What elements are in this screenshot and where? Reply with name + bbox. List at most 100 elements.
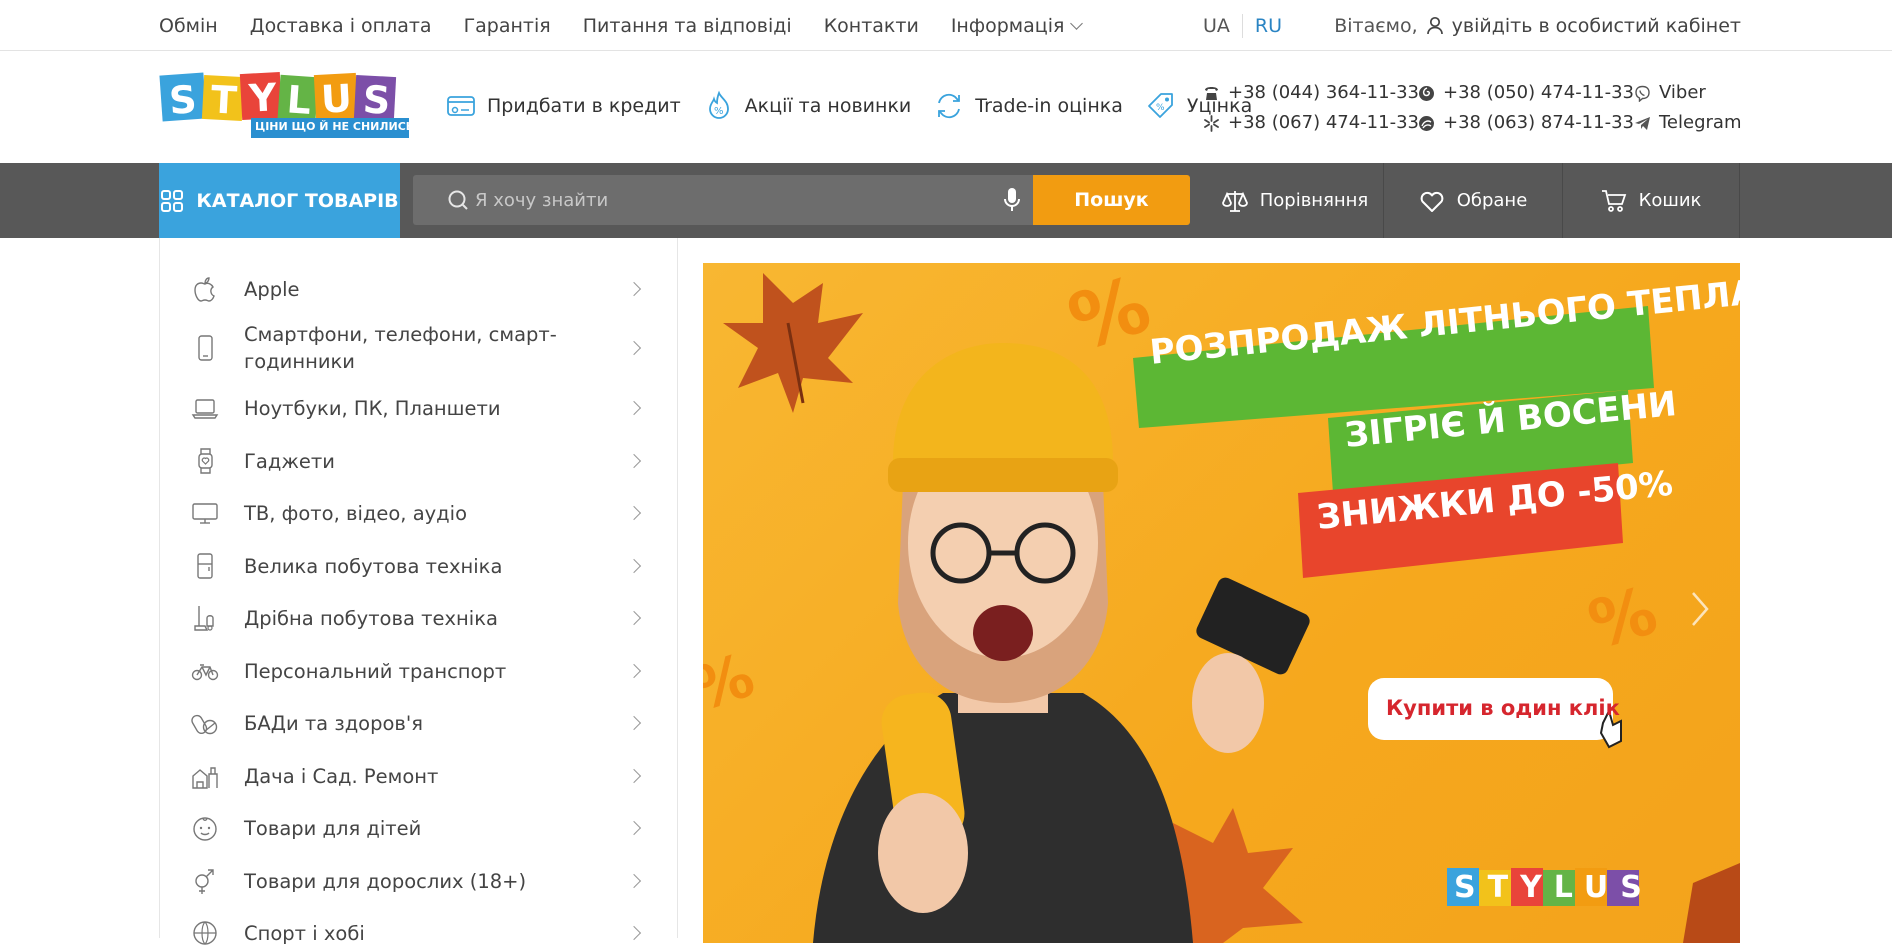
chevron-right-icon [626,610,642,626]
ball-icon [190,918,220,948]
category-item-adults[interactable]: Товари для дорослих (18+) [190,866,647,896]
search-button[interactable]: Пошук [1033,175,1190,225]
category-label: Товари для дорослих (18+) [244,869,527,893]
chevron-right-icon [626,663,642,679]
nav-link-contacts[interactable]: Контакти [824,15,919,37]
catalog-button[interactable]: КАТАЛОГ ТОВАРІВ [159,163,400,238]
nav-dropdown-info-label: Інформація [950,14,1065,37]
lang-ua[interactable]: UA [1203,15,1230,37]
telegram-icon [1635,116,1650,130]
nav-link-delivery[interactable]: Доставка і оплата [250,15,432,37]
chevron-right-icon [626,820,642,836]
lifecell-icon [1419,115,1434,131]
login-link[interactable]: увійдіть в особистий кабінет [1452,15,1741,37]
cart-label: Кошик [1638,190,1702,211]
phones-col-1: +38 (044) 364-11-33 +38 (067) 474-11-33 [1203,78,1419,138]
search-input[interactable] [475,189,975,211]
top-nav: Обмін Доставка і оплата Гарантія Питання… [159,0,1084,51]
catalog-button-label: КАТАЛОГ ТОВАРІВ [196,189,399,212]
price-tag-icon: % [1147,93,1173,118]
category-label: Гаджети [244,449,335,473]
top-bar: Обмін Доставка і оплата Гарантія Питання… [0,0,1892,51]
category-label: Ноутбуки, ПК, Планшети [244,396,501,420]
fire-percent-icon: % [708,90,729,119]
phones-col-2: +38 (050) 474-11-33 +38 (063) 874-11-33 [1418,78,1634,138]
svg-text:U: U [320,76,353,122]
maple-leaf-icon [1683,863,1740,943]
svg-text:T: T [210,77,238,122]
category-item-health[interactable]: БАДи та здоров'я [190,708,647,738]
favorites-button[interactable]: Обране [1383,163,1562,238]
microphone-icon[interactable] [1003,187,1021,213]
category-label: Велика побутова техніка [244,554,503,578]
messenger-viber[interactable]: Viber [1634,78,1741,108]
laptop-icon [190,393,220,423]
category-item-sport[interactable]: Спорт і хобі [190,918,647,948]
promo-sales[interactable]: % Акції та новинки [703,90,912,122]
nav-dropdown-info[interactable]: Інформація [950,14,1084,37]
phone-row[interactable]: +38 (067) 474-11-33 [1203,108,1419,138]
gender-icon [190,866,220,896]
promo-tradein[interactable]: Trade-in оцінка [933,90,1123,122]
banner-brand: STYLUS [1454,870,1654,905]
lang-divider [1241,13,1243,38]
promo-sales-label: Акції та новинки [744,95,912,117]
nav-link-faq[interactable]: Питання та відповіді [583,15,792,37]
smartwatch-icon [190,446,220,476]
category-item-tv[interactable]: ТВ, фото, відео, аудіо [190,498,647,528]
scales-icon [1221,190,1248,212]
phone-number: +38 (044) 364-11-33 [1228,82,1419,103]
svg-text:%: % [1059,263,1161,369]
compare-label: Порівняння [1259,190,1369,211]
category-item-small-appliances[interactable]: Дрібна побутова техніка [190,603,647,633]
kyivstar-icon [1204,114,1219,132]
phone-icon [1205,86,1218,100]
category-label: Apple [244,277,300,301]
nav-link-warranty[interactable]: Гарантія [464,15,551,37]
category-item-apple[interactable]: Apple [190,274,647,304]
bicycle-icon [190,656,220,686]
category-label: БАДи та здоров'я [244,711,424,735]
chevron-right-icon [626,281,642,297]
banner-cta-button[interactable]: Купити в один клік [1386,696,1620,720]
apple-icon [190,274,220,304]
cart-button[interactable]: Кошик [1562,163,1740,238]
search-icon [448,190,468,210]
lang-ru[interactable]: RU [1255,15,1282,37]
messengers: Viber Telegram [1634,78,1741,138]
phone-row[interactable]: +38 (050) 474-11-33 [1418,78,1634,108]
pills-icon [190,708,220,738]
category-item-garden[interactable]: Дача і Сад. Ремонт [190,761,647,791]
vacuum-icon [190,603,220,633]
language-switcher: UA RU [1203,0,1282,51]
category-item-gadgets[interactable]: Гаджети [190,446,647,476]
category-label: Дрібна побутова техніка [244,606,498,630]
phone-row[interactable]: +38 (063) 874-11-33 [1418,108,1634,138]
exchange-icon [938,93,961,119]
promo-banner[interactable]: % % % РОЗПРОДАЖ ЛІТНЬОГО ТЕПЛА ЗІГРІЄ Й … [703,263,1740,943]
svg-text:Y: Y [247,75,278,120]
category-item-smartphones[interactable]: Смартфони, телефони, смарт-годинники [190,320,647,376]
svg-text:%: % [714,106,724,117]
category-label: Спорт і хобі [244,921,365,945]
category-item-large-appliances[interactable]: Велика побутова техніка [190,551,647,581]
chevron-right-icon [626,558,642,574]
category-item-transport[interactable]: Персональний транспорт [190,656,647,686]
svg-text:S: S [168,77,198,123]
chevron-right-icon [626,340,642,356]
svg-text:S: S [362,77,392,122]
chevron-right-icon [626,505,642,521]
nav-link-exchange[interactable]: Обмін [159,15,218,37]
messenger-telegram-label: Telegram [1659,112,1742,133]
category-item-laptops[interactable]: Ноутбуки, ПК, Планшети [190,393,647,423]
promo-credit-label: Придбати в кредит [487,95,681,117]
messenger-telegram[interactable]: Telegram [1634,108,1741,138]
compare-button[interactable]: Порівняння [1207,163,1383,238]
phone-number: +38 (067) 474-11-33 [1228,112,1419,133]
stylus-logo[interactable]: S T Y L U S ЦІНИ ЩО Й НЕ СНИЛИСЬ [159,70,414,138]
phone-number: +38 (063) 874-11-33 [1443,112,1634,133]
promo-credit[interactable]: Придбати в кредит [445,90,681,122]
chevron-right-icon [626,873,642,889]
phone-row[interactable]: +38 (044) 364-11-33 [1203,78,1419,108]
category-item-kids[interactable]: Товари для дітей [190,813,647,843]
